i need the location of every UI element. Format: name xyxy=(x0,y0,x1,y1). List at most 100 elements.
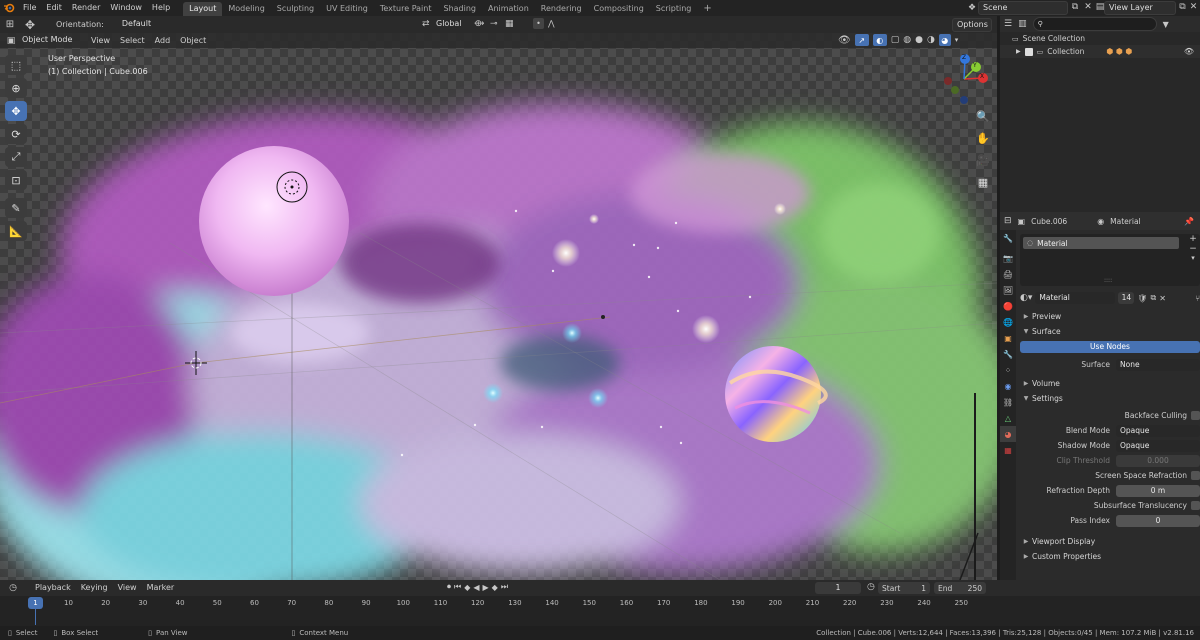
material-slot-list[interactable]: ◌ Material :::: xyxy=(1020,234,1200,286)
expand-arrow-icon[interactable]: ▶ xyxy=(1016,48,1021,55)
material-slot-item[interactable]: ◌ Material xyxy=(1023,237,1179,249)
panel-preview[interactable]: ▶ Preview xyxy=(1020,309,1200,324)
record-icon[interactable]: ⏺ xyxy=(447,582,451,592)
editor-type-icon[interactable]: ⊞ xyxy=(0,19,20,30)
3d-viewport[interactable]: User Perspective (1) Collection | Cube.0… xyxy=(0,33,997,580)
add-workspace-button[interactable]: + xyxy=(697,2,717,16)
panel-volume[interactable]: ▶ Volume xyxy=(1020,376,1200,391)
overlay-toggle-icon[interactable]: ◐ xyxy=(872,34,887,46)
move-tool[interactable]: ✥ xyxy=(5,101,27,121)
view-layer-tab-icon[interactable]: 🖼 xyxy=(1000,282,1016,298)
snap-target-icon[interactable]: ▦ xyxy=(505,19,514,29)
panel-settings[interactable]: ▼ Settings xyxy=(1020,391,1200,406)
clock-icon[interactable]: ◷ xyxy=(867,582,875,592)
new-scene-icon[interactable]: ⧉ xyxy=(1069,2,1081,12)
outliner-row-scene-collection[interactable]: ▭ Scene Collection xyxy=(1000,32,1200,45)
tab-layout[interactable]: Layout xyxy=(183,2,223,16)
zoom-button[interactable]: 🔍 xyxy=(974,107,992,125)
proportional-falloff-icon[interactable]: ⋀ xyxy=(548,19,555,28)
prev-keyframe-icon[interactable]: ◆ xyxy=(464,583,470,592)
properties-editor-icon[interactable]: ⊟ xyxy=(1004,216,1012,226)
wireframe-shading-icon[interactable]: ◍ xyxy=(903,35,911,45)
use-nodes-button[interactable]: Use Nodes xyxy=(1020,341,1200,353)
particles-tab-icon[interactable]: ⁘ xyxy=(1000,362,1016,378)
object-mode-icon[interactable]: ▣ xyxy=(4,36,18,46)
panel-custom-properties[interactable]: ▶ Custom Properties xyxy=(1020,549,1200,564)
orientation-dropdown[interactable]: Default xyxy=(118,18,180,32)
pivot-icon[interactable]: ⟴ xyxy=(474,19,484,29)
options-dropdown[interactable]: Options xyxy=(952,18,992,32)
transform-orientation-icon[interactable]: ⇄ xyxy=(422,19,430,29)
add-slot-button[interactable]: + xyxy=(1186,234,1200,244)
object-data-tab-icon[interactable]: △ xyxy=(1000,410,1016,426)
eye-icon[interactable]: 👁 xyxy=(1184,47,1194,56)
scale-tool[interactable]: ⤢ xyxy=(5,147,27,167)
tab-texture-paint[interactable]: Texture Paint xyxy=(374,2,438,16)
new-view-layer-icon[interactable]: ⧉ xyxy=(1177,2,1188,12)
play-icon[interactable]: ▶ xyxy=(483,583,489,592)
menu-select[interactable]: Select xyxy=(115,34,150,48)
outliner-search[interactable]: ⚲ xyxy=(1032,17,1157,31)
panel-surface[interactable]: ▼ Surface xyxy=(1020,324,1200,339)
material-name-field[interactable]: Material xyxy=(1035,292,1116,304)
end-frame-field[interactable]: End 250 xyxy=(934,582,986,594)
measure-tool[interactable]: 📐 xyxy=(5,221,27,241)
gizmo-toggle-icon[interactable]: ↗ xyxy=(854,34,869,46)
checkbox-icon[interactable] xyxy=(1024,47,1033,56)
tab-scripting[interactable]: Scripting xyxy=(650,2,698,16)
jump-start-icon[interactable]: ⏮ xyxy=(454,582,461,592)
tab-uv-editing[interactable]: UV Editing xyxy=(320,2,374,16)
tool-tab-icon[interactable]: 🔧 xyxy=(1000,230,1016,246)
blender-logo-icon[interactable] xyxy=(0,0,18,16)
ssr-checkbox[interactable] xyxy=(1191,471,1200,480)
timeline-editor-icon[interactable]: ◷ xyxy=(4,583,22,593)
next-keyframe-icon[interactable]: ◆ xyxy=(492,583,498,592)
tab-shading[interactable]: Shading xyxy=(437,2,482,16)
transform-tool[interactable]: ⊡ xyxy=(5,170,27,190)
fake-user-icon[interactable]: 🛡 xyxy=(1137,294,1147,303)
proportional-editing-icon[interactable]: • xyxy=(533,18,544,29)
material-tab-icon[interactable]: ◕ xyxy=(1000,426,1016,442)
delete-view-layer-icon[interactable]: ✕ xyxy=(1188,2,1199,12)
tab-compositing[interactable]: Compositing xyxy=(588,2,650,16)
transform-tool-icon[interactable]: ✥ xyxy=(20,18,40,32)
solid-shading-icon[interactable]: ● xyxy=(915,35,923,45)
refraction-depth-field[interactable]: 0 m xyxy=(1116,484,1200,497)
list-resize-handle[interactable]: :::: xyxy=(1104,277,1112,284)
surface-shader-field[interactable]: None xyxy=(1116,358,1200,371)
scene-icon[interactable]: ❖ xyxy=(966,2,978,14)
backface-culling-checkbox[interactable] xyxy=(1191,411,1200,420)
tab-modeling[interactable]: Modeling xyxy=(222,2,270,16)
object-mode-dropdown[interactable]: Object Mode xyxy=(18,34,80,48)
snap-icon[interactable]: ⊸ xyxy=(490,19,498,29)
menu-keying[interactable]: Keying xyxy=(76,581,113,595)
cursor-tool[interactable]: ⊕ xyxy=(5,78,27,98)
visibility-icon[interactable]: 👁 xyxy=(838,35,851,46)
menu-marker[interactable]: Marker xyxy=(142,581,180,595)
rendered-shading-icon[interactable]: ◕ xyxy=(938,34,951,46)
material-user-count[interactable]: 14 xyxy=(1118,292,1135,304)
menu-playback[interactable]: Playback xyxy=(30,581,76,595)
scene-tab-icon[interactable]: 🔴 xyxy=(1000,298,1016,314)
rotate-tool[interactable]: ⟳ xyxy=(5,124,27,144)
texture-tab-icon[interactable]: ▦ xyxy=(1000,442,1016,458)
world-tab-icon[interactable]: 🌐 xyxy=(1000,314,1016,330)
camera-view-button[interactable]: 🎥 xyxy=(974,151,992,169)
filter-icon[interactable]: ▼ xyxy=(1163,20,1169,29)
transform-orientation-dropdown[interactable]: Global xyxy=(432,18,468,32)
menu-render[interactable]: Render xyxy=(67,1,105,15)
pan-button[interactable]: ✋ xyxy=(974,129,992,147)
unlink-material-icon[interactable]: ✕ xyxy=(1159,294,1166,303)
material-browse-icon[interactable]: ◐▾ xyxy=(1020,293,1032,303)
delete-scene-icon[interactable]: ✕ xyxy=(1082,2,1094,12)
menu-edit[interactable]: Edit xyxy=(41,1,67,15)
sss-checkbox[interactable] xyxy=(1191,501,1200,510)
jump-end-icon[interactable]: ⏭ xyxy=(501,582,508,592)
remove-slot-button[interactable]: − xyxy=(1186,244,1200,254)
panel-viewport-display[interactable]: ▶ Viewport Display xyxy=(1020,534,1200,549)
frame-ruler[interactable]: 1 10 20 30 40 50 60 70 80 90 100 110 120 130 140 150 16… xyxy=(0,597,1000,625)
annotate-tool[interactable]: ✎ xyxy=(5,198,27,218)
navigation-gizmo[interactable]: X Y Z xyxy=(936,51,992,107)
modifier-tab-icon[interactable]: 🔧 xyxy=(1000,346,1016,362)
physics-tab-icon[interactable]: ◉ xyxy=(1000,378,1016,394)
